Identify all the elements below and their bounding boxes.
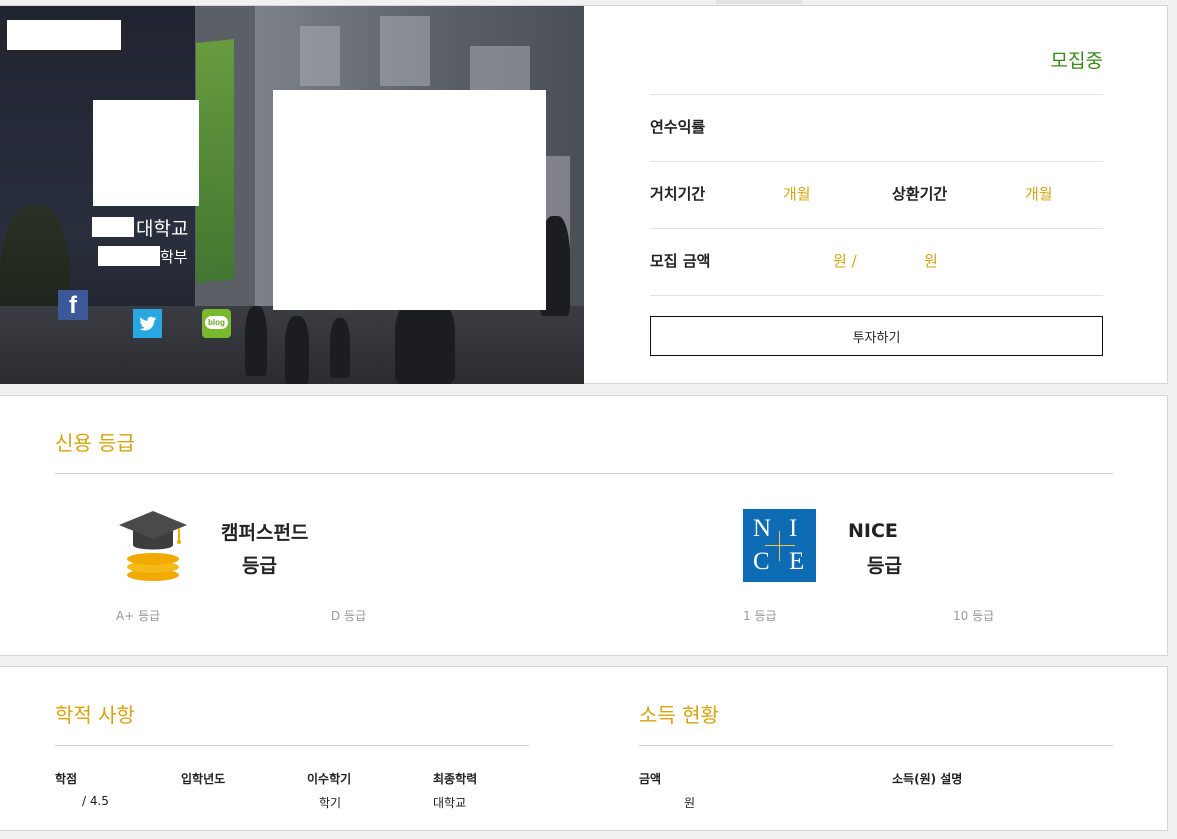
nice-grade-name: NICE [848, 520, 898, 542]
department-suffix: 학부 [160, 247, 188, 266]
nice-logo: N I C E [743, 509, 816, 582]
divider [650, 94, 1103, 95]
academic-income-panel: 학적 사항 학점 입학년도 이수학기 최종학력 / 4.5 학기 대학교 소득 … [0, 666, 1168, 831]
academic-col-education: 최종학력 [433, 772, 478, 786]
university-name: 대학교 [92, 216, 189, 240]
amount-target: 원 [924, 252, 938, 270]
repay-period-label: 상환기간 [892, 185, 948, 203]
divider [650, 161, 1103, 162]
amount-label: 모집 금액 [650, 252, 711, 270]
nice-grade-value: 등급 [867, 555, 902, 577]
nice-logo-letter: I [789, 515, 798, 542]
student-profile-card [273, 90, 546, 310]
income-col-amount: 금액 [639, 772, 662, 786]
income-title: 소득 현황 [639, 703, 719, 727]
university-emblem [93, 100, 199, 206]
campus-photo: 대학교 학부 f blog [0, 6, 584, 384]
facebook-icon[interactable]: f [58, 290, 88, 320]
university-suffix: 대학교 [136, 217, 189, 240]
campusfund-grade-name: 캠퍼스펀드 [221, 522, 309, 544]
section-divider [55, 745, 529, 746]
loan-summary-panel: 대학교 학부 f blog 모집중 연수익률 거치기간 개월 상환기간 개월 모… [0, 5, 1168, 384]
amount-current: 원 / [833, 252, 857, 270]
divider [650, 295, 1103, 296]
academic-col-gpa: 학점 [55, 772, 78, 786]
campusfund-scale-high: A+ 등급 [116, 609, 161, 623]
status-badge: 모집중 [1050, 50, 1103, 72]
academic-gpa-value: / 4.5 [82, 794, 109, 808]
divider [650, 228, 1103, 229]
nice-logo-letter: N [753, 515, 772, 542]
academic-col-admission-year: 입학년도 [181, 772, 226, 786]
campusfund-scale-low: D 등급 [331, 609, 367, 623]
blog-icon-text: blog [205, 316, 228, 329]
academic-col-semesters: 이수학기 [307, 772, 352, 786]
grace-period-label: 거치기간 [650, 185, 706, 203]
university-logo [7, 20, 121, 50]
grace-period-value: 개월 [783, 185, 811, 203]
blog-icon[interactable]: blog [202, 309, 231, 338]
graduation-cap-icon [119, 511, 187, 581]
credit-rating-title: 신용 등급 [55, 431, 135, 455]
nice-scale-low: 10 등급 [953, 609, 995, 623]
annual-return-label: 연수익률 [650, 118, 706, 136]
nice-scale-high: 1 등급 [743, 609, 777, 623]
campusfund-grade-value: 등급 [242, 555, 277, 577]
section-divider [55, 473, 1113, 474]
income-col-description: 소득(원) 설명 [892, 772, 963, 786]
academic-title: 학적 사항 [55, 703, 135, 727]
section-divider [639, 745, 1113, 746]
invest-button[interactable]: 투자하기 [650, 316, 1103, 356]
credit-rating-panel: 신용 등급 캠퍼스펀드 등급 A+ 등급 D 등급 N I C E NICE 등… [0, 395, 1168, 656]
department-name: 학부 [98, 245, 188, 267]
twitter-icon[interactable] [133, 309, 162, 338]
nice-logo-letter: C [753, 548, 770, 575]
income-amount-value: 원 [684, 796, 696, 810]
repay-period-value: 개월 [1025, 185, 1053, 203]
top-tab-indicator [716, 0, 802, 4]
nice-logo-letter: E [789, 548, 805, 575]
academic-education-value: 대학교 [433, 796, 467, 810]
academic-semesters-value: 학기 [319, 796, 342, 810]
